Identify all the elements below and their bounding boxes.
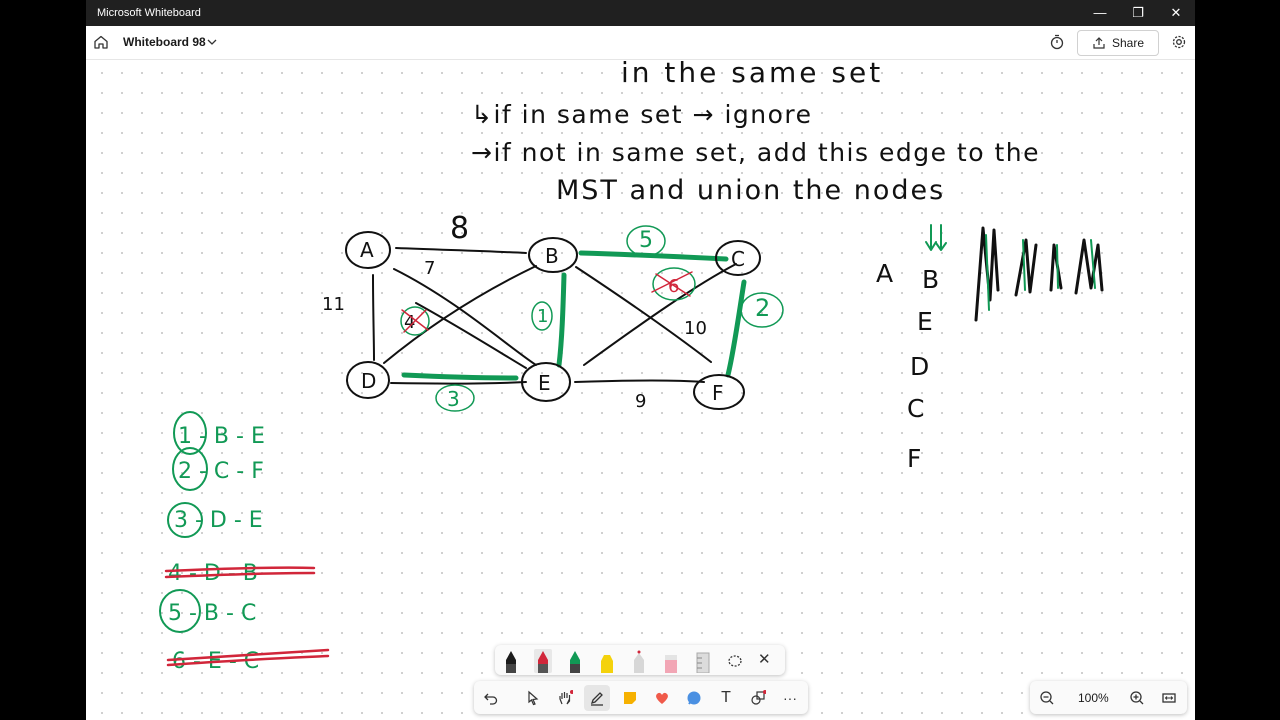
undo-button[interactable] <box>478 685 504 711</box>
node-d-label: D <box>361 369 376 393</box>
pen-button[interactable] <box>584 685 610 711</box>
zoom-in-icon <box>1130 691 1144 705</box>
lasso-icon[interactable] <box>726 649 744 673</box>
sorted-edge-5: 5 - B - C <box>168 601 256 626</box>
whiteboard-window: Microsoft Whiteboard — ❐ ✕ Whiteboard 98… <box>86 0 1195 720</box>
share-icon <box>1093 37 1105 49</box>
chevron-down-icon <box>207 39 217 45</box>
weight-de: 3 <box>447 387 460 411</box>
select-button[interactable] <box>520 685 546 711</box>
ink-line-3: →if not in same set, add this edge to th… <box>471 138 1040 167</box>
select-icon <box>528 690 539 706</box>
sorted-edge-2: 2 - C - F <box>178 459 264 484</box>
undo-icon <box>484 693 498 705</box>
ruler-icon[interactable] <box>694 649 712 673</box>
share-button[interactable]: Share <box>1077 30 1159 56</box>
share-label: Share <box>1111 36 1145 50</box>
weight-bf: 10 <box>684 318 707 339</box>
union-e: E <box>917 307 933 336</box>
comment-icon <box>687 691 701 705</box>
yellow-highlighter[interactable] <box>598 649 616 673</box>
close-pen-tray-button[interactable]: ✕ <box>758 650 776 674</box>
minimize-button[interactable]: — <box>1081 0 1119 26</box>
whiteboard-canvas[interactable]: in the same set ↳if in same set → ignore… <box>86 60 1195 720</box>
zoom-out-button[interactable] <box>1034 685 1060 711</box>
reaction-icon <box>656 692 668 704</box>
weight-be: 1 <box>537 306 548 327</box>
home-button[interactable] <box>89 30 113 54</box>
fit-screen-icon <box>1162 693 1176 703</box>
mst-edges <box>401 250 747 381</box>
union-a: A <box>876 259 893 288</box>
weight-cf: 2 <box>755 294 770 322</box>
timer-icon <box>1050 34 1064 50</box>
union-d: D <box>910 352 929 381</box>
eraser-pen[interactable] <box>630 649 648 673</box>
pen-icon <box>590 692 603 706</box>
settings-button[interactable] <box>1167 30 1191 54</box>
red-pen[interactable] <box>534 649 552 673</box>
ink-layer: in the same set ↳if in same set → ignore… <box>159 60 1104 674</box>
home-icon <box>94 35 108 49</box>
union-arrows <box>925 224 947 251</box>
app-header: Whiteboard 98 Share <box>86 26 1195 60</box>
ink-line-2: ↳if in same set → ignore <box>471 100 813 129</box>
union-f: F <box>907 444 921 473</box>
shapes-icon <box>751 690 766 705</box>
hand-button[interactable] <box>552 685 578 711</box>
weight-bc: 5 <box>639 228 653 253</box>
weight-ae: 7 <box>424 258 435 279</box>
fit-to-screen-button[interactable] <box>1156 685 1182 711</box>
hand-icon <box>559 690 573 705</box>
board-name[interactable]: Whiteboard 98 <box>123 35 206 49</box>
shapes-button[interactable] <box>745 685 771 711</box>
green-pen[interactable] <box>566 649 584 673</box>
pink-highlighter[interactable] <box>662 649 680 673</box>
more-button[interactable]: ··· <box>777 685 803 711</box>
timer-button[interactable] <box>1045 30 1069 54</box>
comment-button[interactable] <box>681 685 707 711</box>
zoom-level[interactable]: 100% <box>1078 691 1109 705</box>
sticky-note-icon <box>624 692 636 704</box>
settings-icon <box>1172 35 1186 49</box>
node-a-label: A <box>360 238 374 262</box>
node-e-label: E <box>538 371 551 395</box>
zoom-controls: 100% <box>1030 681 1187 714</box>
black-pen[interactable] <box>502 649 520 673</box>
weight-ab: 8 <box>450 211 469 246</box>
union-c: C <box>907 394 924 423</box>
sorted-edge-3: 3 - D - E <box>174 508 263 533</box>
union-b: B <box>922 265 939 294</box>
close-window-button[interactable]: ✕ <box>1157 0 1195 26</box>
union-list: A B E D C F <box>876 259 939 473</box>
bottom-toolbar: T ··· <box>474 681 808 714</box>
scribble-marks <box>974 226 1104 322</box>
restore-button[interactable]: ❐ <box>1119 0 1157 26</box>
zoom-out-icon <box>1040 691 1054 705</box>
sorted-edge-1: 1 - B - E <box>178 424 265 449</box>
node-f-label: F <box>712 381 724 405</box>
node-b-label: B <box>545 244 559 268</box>
node-c-label: C <box>731 247 745 271</box>
title-bar: Microsoft Whiteboard — ❐ ✕ <box>86 0 1195 26</box>
app-title: Microsoft Whiteboard <box>97 7 201 19</box>
ink-line-4: MST and union the nodes <box>556 175 945 206</box>
sticky-note-button[interactable] <box>617 685 643 711</box>
pen-tray: ✕ <box>495 645 785 675</box>
weight-ad: 11 <box>322 294 345 315</box>
reaction-button[interactable] <box>649 685 675 711</box>
board-menu-button[interactable] <box>203 30 221 54</box>
ink-line-1: in the same set <box>621 60 883 89</box>
weight-ef: 9 <box>635 391 646 412</box>
text-button[interactable]: T <box>713 685 739 711</box>
sorted-edges-list: 1 - B - E 2 - C - F 3 - D - E 4 - D - B … <box>168 424 265 674</box>
zoom-in-button[interactable] <box>1124 685 1150 711</box>
